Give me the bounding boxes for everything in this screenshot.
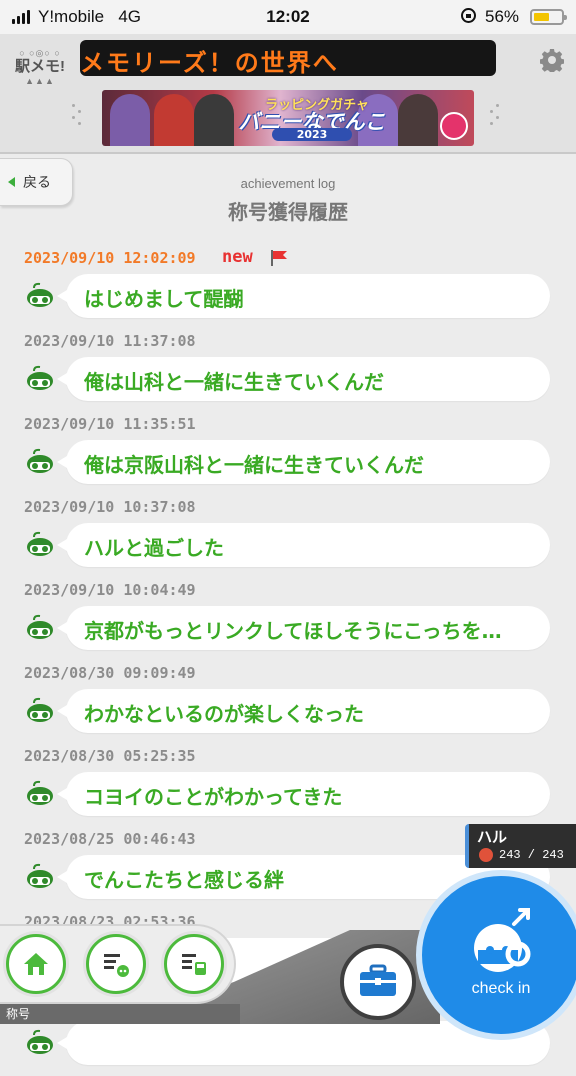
rotation-lock-icon	[461, 8, 476, 23]
achievement-title: 俺は京阪山科と一緒に生きていくんだ	[84, 453, 424, 477]
denco-list-button[interactable]	[86, 934, 146, 994]
achievement-icon	[27, 531, 53, 556]
achievement-title: ハルと過ごした	[84, 536, 224, 560]
app-header: ○ ○◎○ ○ 駅メモ! ▲▲▲ メモリーズ！の世界へ ラッピングガチャ バニー…	[0, 34, 576, 154]
achievement-entry[interactable]: 2023/09/10 10:04:49 京都がもっとリンクしてほしそうにこっちを…	[0, 578, 576, 661]
achievement-icon	[27, 282, 53, 307]
achievement-icon	[27, 448, 53, 473]
banner-prev-indicator	[72, 104, 84, 130]
hp-icon	[479, 848, 493, 862]
banner-year: 2023	[272, 128, 352, 141]
achievement-entry[interactable]: 2023/08/30 05:25:35 コヨイのことがわかってきた	[0, 744, 576, 827]
battery-icon	[530, 9, 567, 25]
achievement-bubble[interactable]: 俺は京阪山科と一緒に生きていくんだ	[57, 440, 550, 484]
check-in-mascot-icon	[474, 908, 531, 972]
achievement-timestamp: 2023/09/10 10:04:49	[24, 581, 196, 599]
home-icon	[24, 953, 48, 975]
home-button[interactable]	[6, 934, 66, 994]
achievement-title: わかなといるのが楽しくなった	[84, 702, 364, 726]
achievement-bubble[interactable]: ハルと過ごした	[57, 523, 550, 567]
status-bar: Y!mobile 4G 12:02 56%	[0, 0, 576, 34]
new-badge: new	[222, 247, 253, 267]
bag-button[interactable]	[340, 944, 416, 1020]
achievement-icon	[27, 697, 53, 722]
achievement-timestamp: 2023/09/10 12:02:09	[24, 249, 196, 267]
achievement-bubble[interactable]: はじめまして醍醐	[57, 274, 550, 318]
achievement-icon	[27, 614, 53, 639]
news-ticker[interactable]: メモリーズ！の世界へ	[80, 40, 496, 76]
briefcase-icon	[360, 964, 396, 996]
slot-label: 称号	[0, 1004, 240, 1024]
achievement-entry[interactable]: 2023/09/10 11:37:08 俺は山科と一緒に生きていくんだ	[0, 329, 576, 412]
achievement-title: はじめまして醍醐	[84, 287, 244, 311]
achievement-title: 京都がもっとリンクしてほしそうにこっちを…	[84, 619, 502, 643]
achievement-entry[interactable]: 2023/09/10 10:37:08 ハルと過ごした	[0, 495, 576, 578]
ticker-text: メモリーズ！の世界へ	[80, 49, 339, 76]
red-flag-icon	[271, 250, 287, 266]
character-card[interactable]: ハル 243 / 243	[465, 824, 576, 868]
achievement-timestamp: 2023/08/25 00:46:43	[24, 830, 196, 848]
banner-badge-icon	[440, 112, 468, 140]
achievement-entry[interactable]: 2023/09/10 12:02:09 new はじめまして醍醐	[0, 246, 576, 329]
achievement-bubble[interactable]: コヨイのことがわかってきた	[57, 772, 550, 816]
character-hp: 243 / 243	[499, 848, 564, 862]
achievement-icon	[27, 780, 53, 805]
station-list-button[interactable]	[164, 934, 224, 994]
achievement-timestamp: 2023/09/10 10:37:08	[24, 498, 196, 516]
station-list-icon	[182, 954, 206, 975]
achievement-bubble[interactable]: 俺は山科と一緒に生きていくんだ	[57, 357, 550, 401]
page-subtitle: achievement log	[240, 176, 336, 191]
achievement-bubble[interactable]: 京都がもっとリンクしてほしそうにこっちを…	[57, 606, 550, 650]
battery-percent: 56%	[485, 7, 520, 26]
achievement-entry[interactable]: 2023/08/30 09:09:49 わかなといるのが楽しくなった	[0, 661, 576, 744]
achievement-icon	[27, 1029, 53, 1054]
achievement-bubble[interactable]: わかなといるのが楽しくなった	[57, 689, 550, 733]
achievement-timestamp: 2023/09/10 11:35:51	[24, 415, 196, 433]
gear-icon[interactable]	[540, 48, 564, 72]
achievement-timestamp: 2023/08/30 09:09:49	[24, 664, 196, 682]
app-logo[interactable]: ○ ○◎○ ○ 駅メモ! ▲▲▲	[12, 48, 68, 92]
achievement-entry[interactable]: 2023/09/10 11:35:51 俺は京阪山科と一緒に生きていくんだ	[0, 412, 576, 495]
check-in-label: check in	[471, 980, 531, 997]
check-in-button[interactable]: check in	[416, 870, 576, 1040]
gacha-banner[interactable]: ラッピングガチャ バニーなでんこ 2023	[102, 90, 474, 146]
page-title: 称号獲得履歴	[228, 200, 348, 224]
denco-list-icon	[104, 954, 129, 977]
achievement-timestamp: 2023/08/30 05:25:35	[24, 747, 196, 765]
achievement-icon	[27, 365, 53, 390]
achievement-timestamp: 2023/09/10 11:37:08	[24, 332, 196, 350]
achievement-icon	[27, 863, 53, 888]
character-name: ハル	[477, 828, 508, 846]
achievement-title: 俺は山科と一緒に生きていくんだ	[84, 370, 384, 394]
banner-next-indicator	[490, 104, 502, 130]
achievement-title: コヨイのことがわかってきた	[84, 785, 343, 809]
